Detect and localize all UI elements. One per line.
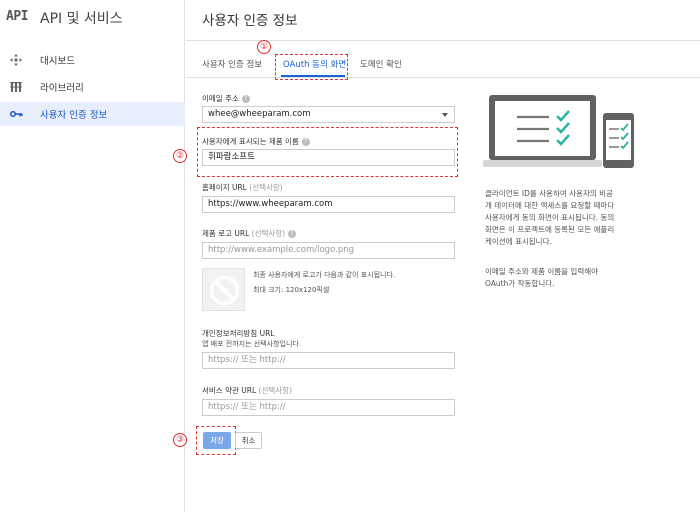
annotation-marker-3: ③ bbox=[173, 433, 187, 447]
tab-domain-verification[interactable]: 도메인 확인 bbox=[360, 58, 402, 70]
homepage-url-input[interactable]: https://www.wheeparam.com bbox=[202, 196, 455, 213]
no-image-icon bbox=[209, 275, 240, 306]
sidebar-item-library[interactable]: 라이브러리 bbox=[0, 75, 185, 99]
privacy-url-label: 개인정보처리방침 URL bbox=[202, 329, 275, 338]
consent-screen-illustration bbox=[483, 95, 634, 168]
sidebar-item-credentials[interactable]: 사용자 인증 정보 bbox=[0, 102, 185, 126]
product-name-label: 사용자에게 표시되는 제품 이름? bbox=[202, 136, 310, 147]
api-logo: API bbox=[6, 9, 28, 24]
email-select[interactable]: whee@wheeparam.com bbox=[202, 106, 455, 123]
brand: API API 및 서비스 bbox=[0, 0, 185, 40]
dashboard-icon bbox=[10, 54, 22, 66]
privacy-url-input[interactable]: https:// 또는 http:// bbox=[202, 352, 455, 369]
consent-requirement-text: 이메일 주소와 제품 이름을 입력해야 OAuth가 작동합니다. bbox=[485, 267, 599, 288]
logo-url-label: 제품 로고 URL (선택사항)? bbox=[202, 228, 297, 239]
save-button[interactable]: 저장 bbox=[203, 432, 231, 449]
page-title: 사용자 인증 정보 bbox=[202, 13, 298, 29]
annotation-marker-1: ① bbox=[257, 40, 271, 54]
tab-credentials[interactable]: 사용자 인증 정보 bbox=[202, 58, 262, 70]
key-icon bbox=[9, 110, 23, 118]
help-icon[interactable]: ? bbox=[288, 230, 297, 238]
consent-info-text: 클라이언트 ID를 사용하여 사용자의 비공 개 데이터에 대한 액세스를 요청… bbox=[485, 189, 615, 246]
app-title: API 및 서비스 bbox=[40, 11, 123, 27]
logo-url-input[interactable]: http://www.example.com/logo.png bbox=[202, 242, 455, 259]
product-name-input[interactable]: 휘파람소프트 bbox=[202, 149, 455, 166]
annotation-marker-2: ② bbox=[173, 149, 187, 163]
sidebar-item-dashboard[interactable]: 대시보드 bbox=[0, 48, 185, 72]
sidebar-item-label: 사용자 인증 정보 bbox=[40, 110, 108, 121]
sidebar-item-label: 라이브러리 bbox=[40, 83, 84, 94]
dropdown-arrow-icon bbox=[442, 113, 448, 117]
logo-preview bbox=[202, 268, 245, 311]
sidebar-item-label: 대시보드 bbox=[40, 56, 75, 67]
terms-url-label: 서비스 약관 URL (선택사항) bbox=[202, 386, 292, 395]
tabs-divider bbox=[186, 77, 700, 78]
email-select-value: whee@wheeparam.com bbox=[208, 109, 311, 119]
help-icon[interactable]: ? bbox=[301, 138, 310, 146]
logo-display-note: 최종 사용자에게 로고가 다음과 같이 표시됩니다. bbox=[253, 271, 396, 279]
library-icon bbox=[10, 82, 22, 92]
terms-url-input[interactable]: https:// 또는 http:// bbox=[202, 399, 455, 416]
email-label: 이메일 주소? bbox=[202, 93, 250, 104]
homepage-label: 홈페이지 URL (선택사항) bbox=[202, 183, 283, 192]
help-icon[interactable]: ? bbox=[241, 95, 250, 103]
logo-max-size-note: 최대 크기: 120x120픽셀 bbox=[253, 286, 330, 294]
cancel-button[interactable]: 취소 bbox=[235, 432, 262, 449]
annotation-box-1 bbox=[275, 54, 348, 80]
sidebar: API API 및 서비스 대시보드 라이브러리 사용자 인증 정보 bbox=[0, 0, 185, 512]
privacy-url-sublabel: 앱 배포 전까지는 선택사항입니다. bbox=[202, 340, 302, 348]
